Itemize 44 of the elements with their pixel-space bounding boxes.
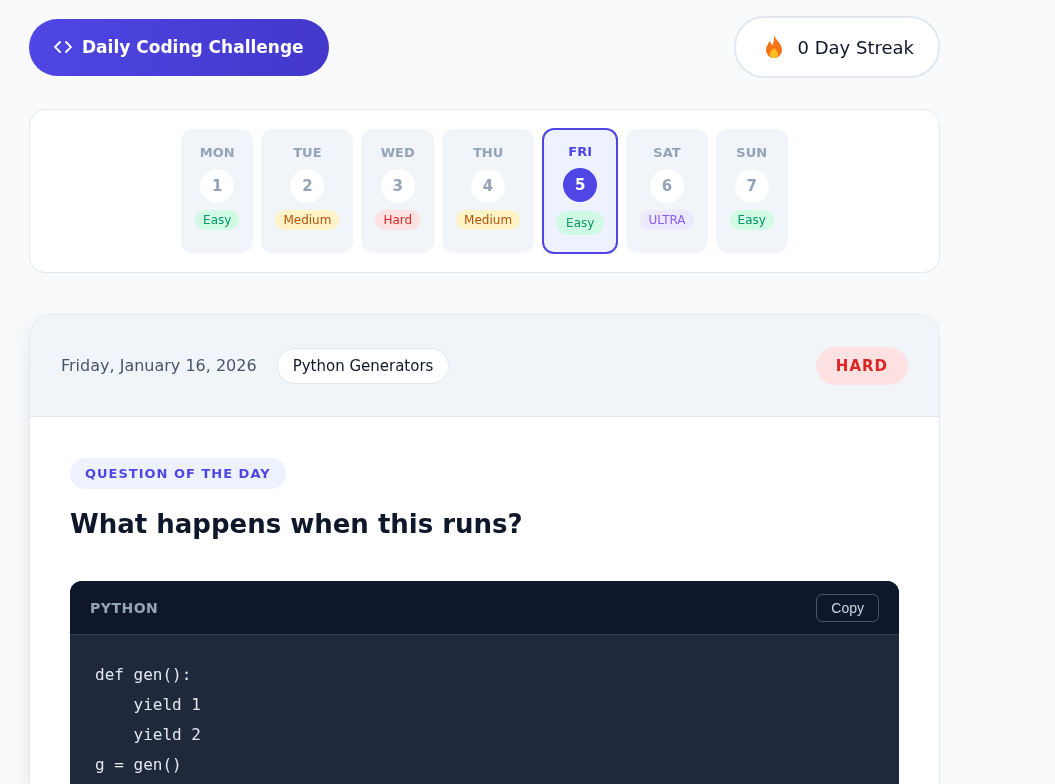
app-title: Daily Coding Challenge <box>82 37 304 57</box>
day-number: 1 <box>200 169 235 203</box>
difficulty-tag: Easy <box>556 211 605 235</box>
question-title: What happens when this runs? <box>70 509 524 539</box>
title-button[interactable]: Daily Coding Challenge <box>29 18 329 76</box>
difficulty-tag: Easy <box>729 210 774 230</box>
question-label: QUESTION OF THE DAY <box>70 458 286 489</box>
day-card[interactable]: FRI 5 Easy <box>542 128 619 254</box>
challenge-date: Friday, January 16, 2026 <box>61 356 257 375</box>
day-card[interactable]: WED 3 Hard <box>361 129 435 253</box>
difficulty-badge: HARD <box>815 346 908 385</box>
day-card[interactable]: MON 1 Easy <box>181 129 254 253</box>
code-line: yield 1 <box>132 694 202 716</box>
day-number: 4 <box>471 169 506 203</box>
topic-tag: Python Generators <box>276 347 450 384</box>
day-card[interactable]: THU 4 Medium <box>442 129 535 253</box>
difficulty-tag: Medium <box>275 210 340 230</box>
day-name: FRI <box>568 144 593 159</box>
day-name: SAT <box>653 145 681 160</box>
difficulty-tag: Hard <box>375 210 421 230</box>
difficulty-tag: Easy <box>195 210 240 230</box>
difficulty-tag: ULTRA <box>640 210 694 230</box>
day-card[interactable]: SUN 7 Easy <box>715 129 788 253</box>
streak-count: 0 Day Streak <box>797 36 914 58</box>
day-number: 3 <box>380 169 415 203</box>
code-line: g = gen() <box>95 754 183 776</box>
day-card[interactable]: TUE 2 Medium <box>261 129 354 253</box>
day-name: THU <box>472 145 504 160</box>
day-name: WED <box>380 145 415 160</box>
day-name: SUN <box>736 145 768 160</box>
day-name: TUE <box>293 145 322 160</box>
code-icon <box>54 40 72 54</box>
day-number: 6 <box>650 169 684 203</box>
day-number: 2 <box>290 169 325 203</box>
day-card[interactable]: SAT 6 ULTRA <box>626 129 708 253</box>
day-name: MON <box>199 145 235 160</box>
flame-icon <box>763 35 784 59</box>
copy-button[interactable]: Copy <box>816 593 879 622</box>
day-number: 7 <box>734 169 769 203</box>
code-line: def gen(): <box>95 664 193 686</box>
code-language: PYTHON <box>90 599 159 616</box>
difficulty-tag: Medium <box>456 210 521 230</box>
day-number: 5 <box>563 168 598 202</box>
code-line: yield 2 <box>132 724 202 746</box>
